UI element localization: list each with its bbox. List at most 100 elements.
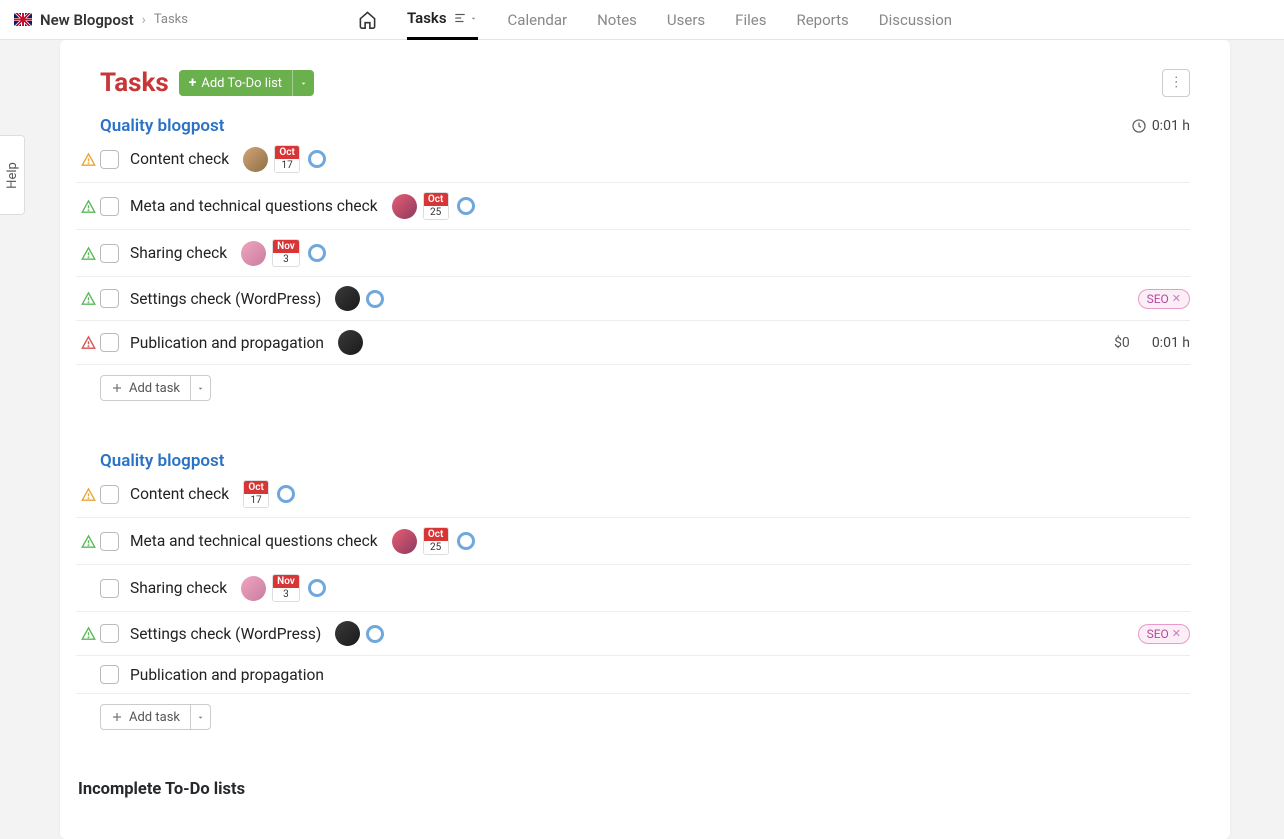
task-title[interactable]: Content check [130, 150, 229, 168]
plus-icon [111, 711, 123, 723]
tab-users[interactable]: Users [667, 0, 705, 40]
avatar[interactable] [241, 576, 266, 601]
task-checkbox[interactable] [100, 665, 119, 684]
task-title[interactable]: Sharing check [130, 579, 227, 597]
add-task-dropdown[interactable] [190, 704, 210, 730]
task-row[interactable]: Settings check (WordPress) SEO✕ [76, 277, 1190, 321]
list-title[interactable]: Quality blogpost [100, 451, 224, 471]
nav-tabs: Tasks Calendar Notes Users Files Reports… [358, 0, 952, 40]
task-cost: $0 [1114, 335, 1130, 351]
task-checkbox[interactable] [100, 150, 119, 169]
due-date-badge[interactable]: Oct25 [423, 527, 449, 555]
due-date-badge[interactable]: Nov3 [272, 574, 300, 602]
topbar: New Blogpost › Tasks Tasks Calendar Note… [0, 0, 1284, 40]
home-icon[interactable] [358, 10, 377, 29]
task-title[interactable]: Meta and technical questions check [130, 197, 378, 215]
avatar[interactable] [335, 621, 360, 646]
priority-icon [76, 199, 100, 214]
task-checkbox[interactable] [100, 532, 119, 551]
task-row[interactable]: Publication and propagation [76, 656, 1190, 694]
list-view-icon[interactable] [453, 11, 478, 25]
page-menu-button[interactable]: ⋯ [1162, 69, 1190, 97]
chevron-right-icon: › [142, 12, 146, 28]
tab-notes[interactable]: Notes [597, 0, 637, 40]
progress-ring-icon[interactable] [457, 532, 475, 550]
progress-ring-icon[interactable] [308, 150, 326, 168]
tag-badge[interactable]: SEO✕ [1138, 289, 1190, 309]
task-checkbox[interactable] [100, 197, 119, 216]
task-title[interactable]: Settings check (WordPress) [130, 625, 321, 643]
task-row[interactable]: Publication and propagation $0 0:01 h [76, 321, 1190, 365]
task-title[interactable]: Sharing check [130, 244, 227, 262]
due-date-badge[interactable]: Nov3 [272, 239, 300, 267]
plus-icon [189, 75, 197, 91]
list-title[interactable]: Quality blogpost [100, 116, 224, 136]
priority-icon [76, 291, 100, 306]
task-checkbox[interactable] [100, 244, 119, 263]
progress-ring-icon[interactable] [308, 244, 326, 262]
tab-files[interactable]: Files [735, 0, 766, 40]
caret-down-icon [299, 79, 308, 88]
tab-tasks[interactable]: Tasks [407, 0, 478, 40]
list-header: Quality blogpost 0:01 h [100, 116, 1190, 136]
task-checkbox[interactable] [100, 579, 119, 598]
avatar[interactable] [392, 529, 417, 554]
add-task-button[interactable]: Add task [100, 704, 211, 730]
tab-discussion[interactable]: Discussion [879, 0, 952, 40]
add-todo-list-button[interactable]: Add To-Do list [179, 70, 314, 96]
tab-reports[interactable]: Reports [796, 0, 848, 40]
task-row[interactable]: Content check Oct17 [76, 136, 1190, 183]
task-checkbox[interactable] [100, 289, 119, 308]
avatar[interactable] [335, 286, 360, 311]
incomplete-lists-heading: Incomplete To-Do lists [78, 780, 1190, 799]
tag-badge[interactable]: SEO✕ [1138, 624, 1190, 644]
close-icon[interactable]: ✕ [1172, 292, 1181, 305]
page-title: Tasks [100, 68, 169, 98]
task-row[interactable]: Sharing check Nov3 [76, 230, 1190, 277]
help-tab[interactable]: Help [0, 135, 25, 215]
avatar[interactable] [392, 194, 417, 219]
priority-icon [76, 246, 100, 261]
task-row[interactable]: Meta and technical questions check Oct25 [76, 518, 1190, 565]
avatar[interactable] [241, 241, 266, 266]
task-row[interactable]: Sharing check Nov3 [76, 565, 1190, 612]
flag-icon [14, 13, 32, 26]
add-list-dropdown[interactable] [292, 70, 314, 96]
task-row[interactable]: Meta and technical questions check Oct25 [76, 183, 1190, 230]
caret-down-icon [196, 384, 205, 393]
avatar[interactable] [338, 330, 363, 355]
task-title[interactable]: Meta and technical questions check [130, 532, 378, 550]
priority-icon [76, 335, 100, 350]
progress-ring-icon[interactable] [457, 197, 475, 215]
breadcrumb-current: Tasks [154, 12, 188, 27]
task-title[interactable]: Publication and propagation [130, 666, 324, 684]
due-date-badge[interactable]: Oct17 [274, 145, 300, 173]
task-checkbox[interactable] [100, 333, 119, 352]
task-title[interactable]: Publication and propagation [130, 334, 324, 352]
breadcrumb-project[interactable]: New Blogpost [40, 11, 134, 29]
task-title[interactable]: Content check [130, 485, 229, 503]
progress-ring-icon[interactable] [366, 290, 384, 308]
task-title[interactable]: Settings check (WordPress) [130, 290, 321, 308]
progress-ring-icon[interactable] [366, 625, 384, 643]
task-row[interactable]: Content check Oct17 [76, 471, 1190, 518]
dots-vertical-icon: ⋯ [1168, 75, 1184, 91]
due-date-badge[interactable]: Oct17 [243, 480, 269, 508]
avatar[interactable] [243, 147, 268, 172]
progress-ring-icon[interactable] [308, 579, 326, 597]
task-row[interactable]: Settings check (WordPress) SEO✕ [76, 612, 1190, 656]
add-task-button[interactable]: Add task [100, 375, 211, 401]
task-time: 0:01 h [1152, 335, 1190, 351]
priority-icon [76, 626, 100, 641]
caret-down-icon [196, 713, 205, 722]
close-icon[interactable]: ✕ [1172, 627, 1181, 640]
progress-ring-icon[interactable] [277, 485, 295, 503]
todo-list: Quality blogpost 0:01 h Content check Oc… [100, 116, 1190, 401]
tab-calendar[interactable]: Calendar [508, 0, 568, 40]
priority-icon [76, 534, 100, 549]
due-date-badge[interactable]: Oct25 [423, 192, 449, 220]
add-task-dropdown[interactable] [190, 375, 210, 401]
clock-icon [1131, 118, 1147, 134]
task-checkbox[interactable] [100, 624, 119, 643]
task-checkbox[interactable] [100, 485, 119, 504]
